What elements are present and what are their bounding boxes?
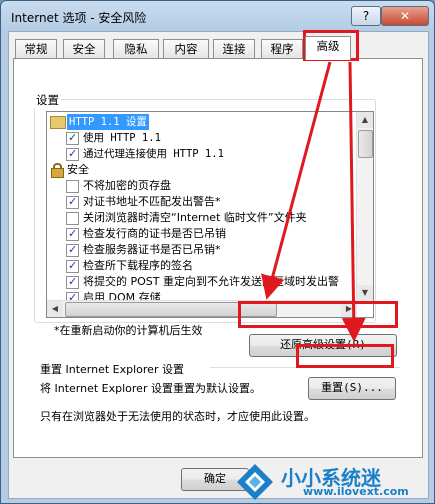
reset-button[interactable]: 重置(S)... bbox=[308, 377, 396, 400]
tab-connections[interactable]: 连接 bbox=[213, 39, 255, 59]
settings-group-title: 设置 bbox=[34, 92, 61, 108]
watermark-logo-icon bbox=[237, 464, 273, 500]
watermark: 小小系统迷 www.ilovext.com bbox=[233, 462, 433, 502]
list-item-label: 使用 HTTP 1.1 bbox=[83, 132, 161, 144]
checkbox[interactable] bbox=[66, 242, 79, 258]
lock-icon bbox=[50, 163, 64, 178]
advanced-panel: 设置 HTTP 1.1 设置 使用 HTTP 1.1 通过代理连接使用 HTTP… bbox=[13, 58, 423, 458]
tab-privacy[interactable]: 隐私 bbox=[113, 39, 159, 59]
reset-description: 将 Internet Explorer 设置重置为默认设置。 bbox=[40, 382, 261, 395]
list-item-label: 检查所下载程序的签名 bbox=[83, 259, 193, 272]
checkbox[interactable] bbox=[66, 130, 79, 146]
reset-note: 只有在浏览器处于无法使用的状态时，才应使用此设置。 bbox=[40, 410, 315, 423]
tab-security[interactable]: 安全 bbox=[63, 39, 105, 59]
tab-advanced[interactable]: 高级 bbox=[305, 36, 351, 60]
list-item-label: 通过代理连接使用 HTTP 1.1 bbox=[83, 148, 224, 160]
internet-options-window: Internet 选项 - 安全风险 ? ✕ 常规 安全 隐私 内容 连接 程序… bbox=[0, 0, 435, 504]
checkbox[interactable] bbox=[66, 274, 79, 290]
restart-note: *在重新启动你的计算机后生效 bbox=[54, 324, 203, 337]
title-bar[interactable]: Internet 选项 - 安全风险 ? ✕ bbox=[1, 1, 434, 31]
close-button[interactable]: ✕ bbox=[381, 6, 429, 26]
tab-programs[interactable]: 程序 bbox=[261, 39, 303, 59]
checkbox[interactable] bbox=[66, 258, 79, 274]
checkbox[interactable] bbox=[66, 226, 79, 242]
folder-icon bbox=[50, 116, 66, 129]
window-title: Internet 选项 - 安全风险 bbox=[11, 11, 147, 25]
list-item-label: 将提交的 POST 重定向到不允许发送的区域时发出警 bbox=[83, 275, 339, 288]
tab-content[interactable]: 内容 bbox=[163, 39, 209, 59]
list-item-label: 检查发行商的证书是否已吊销 bbox=[83, 227, 226, 240]
checkbox[interactable] bbox=[66, 180, 79, 193]
list-item-label: 对证书地址不匹配发出警告* bbox=[83, 195, 221, 208]
list-item-label: 安全 bbox=[67, 163, 89, 176]
scroll-up-arrow-icon[interactable]: ▲ bbox=[357, 112, 373, 128]
annotation-box-reset-button bbox=[296, 344, 394, 368]
scroll-down-arrow-icon[interactable]: ▼ bbox=[357, 285, 373, 301]
annotation-box-restore-button bbox=[238, 301, 398, 328]
scroll-left-arrow-icon[interactable]: ◀ bbox=[47, 301, 63, 317]
tab-general[interactable]: 常规 bbox=[15, 39, 57, 59]
checkbox[interactable] bbox=[66, 194, 79, 210]
settings-list[interactable]: HTTP 1.1 设置 使用 HTTP 1.1 通过代理连接使用 HTTP 1.… bbox=[46, 111, 374, 318]
reset-group-title: 重置 Internet Explorer 设置 bbox=[40, 363, 184, 376]
help-button[interactable]: ? bbox=[351, 6, 381, 26]
watermark-url: www.ilovext.com bbox=[303, 485, 409, 498]
vertical-scrollbar[interactable]: ▲ ▼ bbox=[356, 112, 373, 301]
dialog-client-area: 常规 安全 隐私 内容 连接 程序 高级 设置 HTTP 1.1 设置 使用 H… bbox=[8, 31, 429, 499]
list-item-label: HTTP 1.1 设置 bbox=[67, 114, 149, 130]
vertical-scroll-thumb[interactable] bbox=[358, 130, 373, 158]
list-item-label: 检查服务器证书是否已吊销* bbox=[83, 243, 221, 256]
list-item-label: 关闭浏览器时清空“Internet 临时文件”文件夹 bbox=[83, 211, 307, 224]
checkbox[interactable] bbox=[66, 146, 79, 162]
checkbox[interactable] bbox=[66, 212, 79, 225]
list-item-label: 不将加密的页存盘 bbox=[83, 179, 171, 192]
